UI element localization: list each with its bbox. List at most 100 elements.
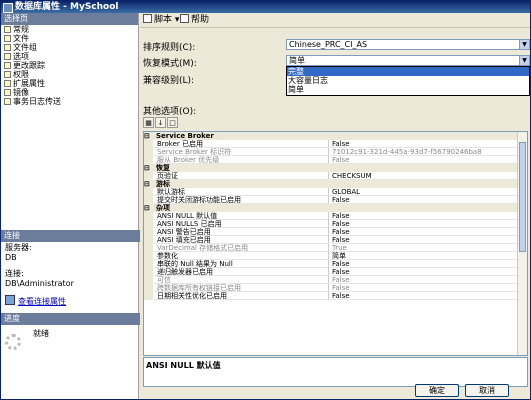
page-item-mirroring[interactable]: 镜像 — [1, 88, 138, 97]
page-item-general[interactable]: 常规 — [1, 25, 138, 34]
property-value[interactable]: False — [330, 292, 517, 300]
grid-property-row[interactable]: ANSI 填充已启用 False — [144, 236, 527, 244]
property-value[interactable]: CHECKSUM — [330, 172, 517, 180]
grid-property-row[interactable]: ANSI 警告已启用 False — [144, 228, 527, 236]
collapse-icon[interactable]: ⊟ — [144, 164, 153, 172]
page-item-extended-properties[interactable]: 扩展属性 — [1, 79, 138, 88]
collapse-icon[interactable]: ⊟ — [144, 132, 153, 140]
page-icon — [4, 26, 11, 33]
vertical-scrollbar[interactable] — [517, 132, 527, 355]
grid-property-row[interactable]: ANSI NULLS 已启用 False — [144, 220, 527, 228]
grid-category-row[interactable]: ⊟ 游标 — [144, 180, 527, 188]
grid-property-row[interactable]: 递归触发器已启用 False — [144, 268, 527, 276]
property-value[interactable]: False — [330, 156, 517, 164]
property-value[interactable]: False — [330, 220, 517, 228]
grid-property-row[interactable]: 可信 False — [144, 276, 527, 284]
title-bar[interactable]: 数据库属性 - MySchool — [1, 1, 530, 13]
grid-property-row[interactable]: 参数化 简单 — [144, 252, 527, 260]
progress-header: 进度 — [1, 313, 141, 325]
recovery-model-select[interactable]: 简单 ▼ — [286, 55, 530, 66]
page-item-files[interactable]: 文件 — [1, 34, 138, 43]
grid-category-row[interactable]: ⊟ Service Broker — [144, 132, 527, 140]
property-value[interactable]: False — [330, 212, 517, 220]
recovery-option-bulk-logged[interactable]: 大容量日志 — [287, 76, 529, 85]
script-button[interactable]: 脚本 ▾ — [143, 13, 179, 27]
page-item-label: 选项 — [13, 52, 29, 61]
grid-property-row[interactable]: 提交时关闭游标功能已启用 False — [144, 196, 527, 204]
grid-property-row[interactable]: Broker 已启用 False — [144, 140, 527, 148]
property-description: ANSI NULL 默认值 — [143, 357, 528, 387]
property-value[interactable]: False — [330, 196, 517, 204]
recovery-model-label: 恢复模式(M): — [143, 59, 197, 69]
page-item-change-tracking[interactable]: 更改跟踪 — [1, 61, 138, 70]
property-pages-icon[interactable]: □ — [167, 117, 178, 128]
grid-property-row[interactable]: 跨数据库所有权链接已启用 False — [144, 284, 527, 292]
property-value[interactable]: False — [330, 260, 517, 268]
property-value[interactable]: False — [330, 140, 517, 148]
property-value[interactable]: 71012c91-321d-445a-93d7-f56790246ba8 — [330, 148, 517, 156]
property-value[interactable]: False — [330, 236, 517, 244]
row-gutter — [144, 140, 153, 148]
property-grid[interactable]: ⊟ Service Broker Broker 已启用 False Service Br… — [143, 131, 528, 356]
grid-category-row[interactable]: ⊟ 杂项 — [144, 204, 527, 212]
grid-property-row[interactable]: 页验证 CHECKSUM — [144, 172, 527, 180]
property-value[interactable]: False — [330, 276, 517, 284]
page-item-label: 文件 — [13, 34, 29, 43]
collation-select[interactable]: Chinese_PRC_CI_AS ▼ — [286, 39, 530, 50]
compatibility-level-label: 兼容级别(L): — [143, 76, 195, 86]
page-item-options[interactable]: 选项 — [1, 52, 138, 61]
row-gutter — [144, 236, 153, 244]
collapse-icon[interactable]: ⊟ — [144, 180, 153, 188]
grid-property-row[interactable]: 日期相关性优化已启用 False — [144, 292, 527, 300]
cancel-button[interactable]: 取消 — [465, 384, 509, 397]
progress-spinner-icon — [5, 334, 21, 350]
property-value[interactable]: 简单 — [330, 252, 517, 260]
property-value[interactable]: False — [330, 268, 517, 276]
ok-button[interactable]: 确定 — [415, 384, 459, 397]
page-icon — [4, 35, 11, 42]
recovery-option-full[interactable]: 完整 — [287, 67, 529, 76]
page-item-permissions[interactable]: 权限 — [1, 70, 138, 79]
grid-property-row[interactable]: Service Broker 标识符 71012c91-321d-445a-93d… — [144, 148, 527, 156]
help-button[interactable]: 帮助 — [180, 13, 209, 27]
page-item-label: 扩展属性 — [13, 79, 45, 88]
page-item-log-shipping[interactable]: 事务日志传送 — [1, 97, 138, 106]
grid-property-row[interactable]: 默认游标 GLOBAL — [144, 188, 527, 196]
collapse-icon[interactable]: ⊟ — [144, 204, 153, 212]
row-gutter — [144, 220, 153, 228]
page-item-label: 权限 — [13, 70, 29, 79]
grid-property-row[interactable]: 串联的 Null 结果为 Null False — [144, 260, 527, 268]
property-value[interactable]: False — [330, 228, 517, 236]
property-name: ANSI 填充已启用 — [154, 236, 329, 244]
page-list: 常规 文件 文件组 选项 更改跟踪 权限 扩展属性 镜像 事务日志传送 — [1, 25, 138, 230]
property-name: 参数化 — [154, 252, 329, 260]
property-name: ANSI NULLS 已启用 — [154, 220, 329, 228]
row-gutter — [144, 244, 153, 252]
view-connection-properties-link[interactable]: 查看连接属性 — [18, 297, 66, 306]
select-page-header: 选择页 — [1, 13, 138, 25]
grid-category-row[interactable]: ⊟ 恢复 — [144, 164, 527, 172]
row-gutter — [144, 276, 153, 284]
property-name: 提交时关闭游标功能已启用 — [154, 196, 329, 204]
row-gutter — [144, 196, 153, 204]
grid-property-row[interactable]: ANSI NULL 默认值 False — [144, 212, 527, 220]
page-item-label: 常规 — [13, 25, 29, 34]
row-gutter — [144, 252, 153, 260]
page-item-filegroups[interactable]: 文件组 — [1, 43, 138, 52]
main-panel: 脚本 ▾ 帮助 排序规则(C): Chinese_PRC_CI_AS ▼ 恢复模式… — [140, 13, 530, 399]
alphabetical-sort-icon[interactable]: ↓ — [155, 117, 166, 128]
progress-status: 就绪 — [33, 329, 49, 338]
property-value[interactable]: True — [330, 244, 517, 252]
property-name: ANSI 警告已启用 — [154, 228, 329, 236]
connection-label: 连接: — [5, 269, 24, 278]
collation-value: Chinese_PRC_CI_AS — [289, 40, 368, 49]
page-icon — [4, 44, 11, 51]
grid-property-row[interactable]: VarDecimal 存储格式已启用 True — [144, 244, 527, 252]
recovery-option-simple[interactable]: 简单 — [287, 85, 529, 94]
property-value[interactable]: GLOBAL — [330, 188, 517, 196]
categorized-icon[interactable]: ▦ — [143, 117, 154, 128]
scrollbar-thumb[interactable] — [519, 142, 526, 252]
property-name: 串联的 Null 结果为 Null — [154, 260, 329, 268]
property-value[interactable]: False — [330, 284, 517, 292]
grid-property-row[interactable]: 服从 Broker 优先级 False — [144, 156, 527, 164]
